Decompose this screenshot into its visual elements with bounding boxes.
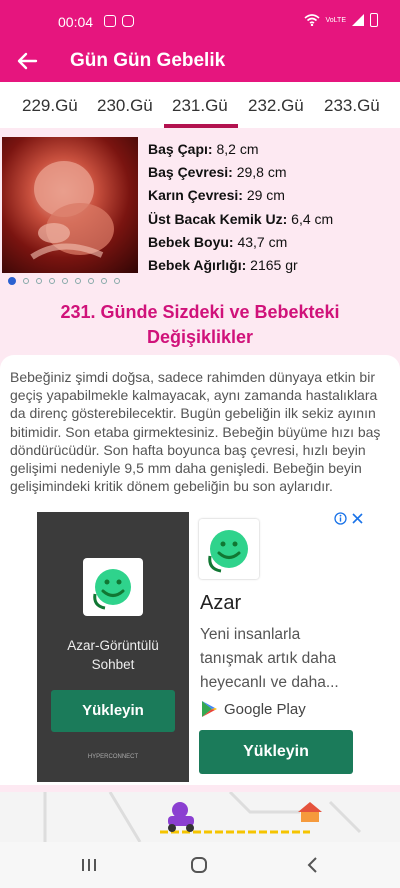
back-nav-icon[interactable] <box>304 856 322 874</box>
carousel-dot[interactable] <box>23 278 29 284</box>
tab-day-232[interactable]: 232.Gü <box>248 96 304 116</box>
image-carousel-indicator <box>8 277 120 285</box>
spec-row-baby-weight: Bebek Ağırlığı: 2165 gr <box>148 257 298 274</box>
ad-install-button-left[interactable]: Yükleyin <box>51 690 175 732</box>
spec-row-abdomen-circumference: Karın Çevresi: 29 cm <box>148 187 285 204</box>
baby-measurements: Baş Çapı: 8,2 cm Baş Çevresi: 29,8 cm Ka… <box>148 138 333 277</box>
ad-developer-label: HYPERCONNECT <box>87 754 139 760</box>
wifi-icon <box>303 14 320 26</box>
ad-store-badge: Google Play <box>200 700 306 718</box>
description-paragraph: Bebeğiniz şimdi doğsa, sadece rahimden d… <box>10 369 381 495</box>
google-play-icon <box>202 701 217 717</box>
carousel-dot[interactable] <box>114 278 120 284</box>
fetus-image[interactable] <box>2 137 138 273</box>
instagram-icon <box>122 15 134 27</box>
status-right-icons: VoLTE <box>303 13 378 27</box>
battery-icon <box>370 13 378 27</box>
spec-row-head-circumference: Baş Çevresi: 29,8 cm <box>148 164 287 181</box>
carousel-dot[interactable] <box>36 278 42 284</box>
azar-logo-icon <box>83 558 143 616</box>
ad-description: Yeni insanlarla tanışmak artık daha heye… <box>200 626 339 691</box>
signal-icon <box>352 14 364 26</box>
carousel-dot[interactable] <box>49 278 55 284</box>
carousel-dot[interactable] <box>88 278 94 284</box>
status-notification-icons <box>104 15 134 27</box>
spec-row-baby-length: Bebek Boyu: 43,7 cm <box>148 233 288 250</box>
home-icon[interactable] <box>190 856 208 874</box>
ad-info-icon[interactable] <box>334 512 347 525</box>
selected-tab-indicator <box>164 124 238 128</box>
status-bar: 00:04 VoLTE <box>0 0 400 40</box>
carousel-dot[interactable] <box>62 278 68 284</box>
carousel-dot[interactable] <box>8 277 16 285</box>
map-banner[interactable] <box>0 790 400 843</box>
tab-day-231[interactable]: 231.Gü <box>172 96 228 116</box>
carousel-dot[interactable] <box>75 278 81 284</box>
ad-app-preview[interactable]: Azar-Görüntülü Sohbet Yükleyin HYPERCONN… <box>37 512 189 782</box>
notification-icon <box>104 15 116 27</box>
carousel-dot[interactable] <box>101 278 107 284</box>
section-heading: 231. Günde Sizdeki ve Bebekteki Değişikl… <box>60 302 340 347</box>
spec-row-femur-length: Üst Bacak Kemik Uz: 6,4 cm <box>148 210 334 227</box>
ad-choices[interactable] <box>334 512 364 525</box>
ad-close-icon[interactable] <box>351 512 364 525</box>
day-tabs: 229.Gü 230.Gü 231.Gü 232.Gü 233.Gü <box>0 82 400 128</box>
ad-app-name: Azar <box>200 592 242 614</box>
spec-row-head-diameter: Baş Çapı: 8,2 cm <box>148 141 259 157</box>
back-arrow-icon[interactable] <box>16 50 38 72</box>
map-illustration <box>43 790 362 843</box>
ad-banner[interactable]: Azar-Görüntülü Sohbet Yükleyin HYPERCONN… <box>0 510 400 790</box>
fetus-illustration <box>30 161 114 260</box>
recent-apps-icon[interactable] <box>80 856 98 874</box>
app-bar: Gün Gün Gebelik <box>0 40 400 82</box>
app-title: Gün Gün Gebelik <box>70 50 226 71</box>
azar-logo-icon <box>199 519 259 579</box>
ad-install-button[interactable]: Yükleyin <box>199 730 353 774</box>
ad-app-title: Azar-Görüntülü Sohbet <box>67 638 159 672</box>
tab-day-229[interactable]: 229.Gü <box>22 96 78 116</box>
tab-day-230[interactable]: 230.Gü <box>97 96 153 116</box>
tab-day-233[interactable]: 233.Gü <box>324 96 380 116</box>
network-label: VoLTE <box>325 16 347 24</box>
system-nav-bar <box>0 842 400 888</box>
status-time: 00:04 <box>58 14 94 30</box>
